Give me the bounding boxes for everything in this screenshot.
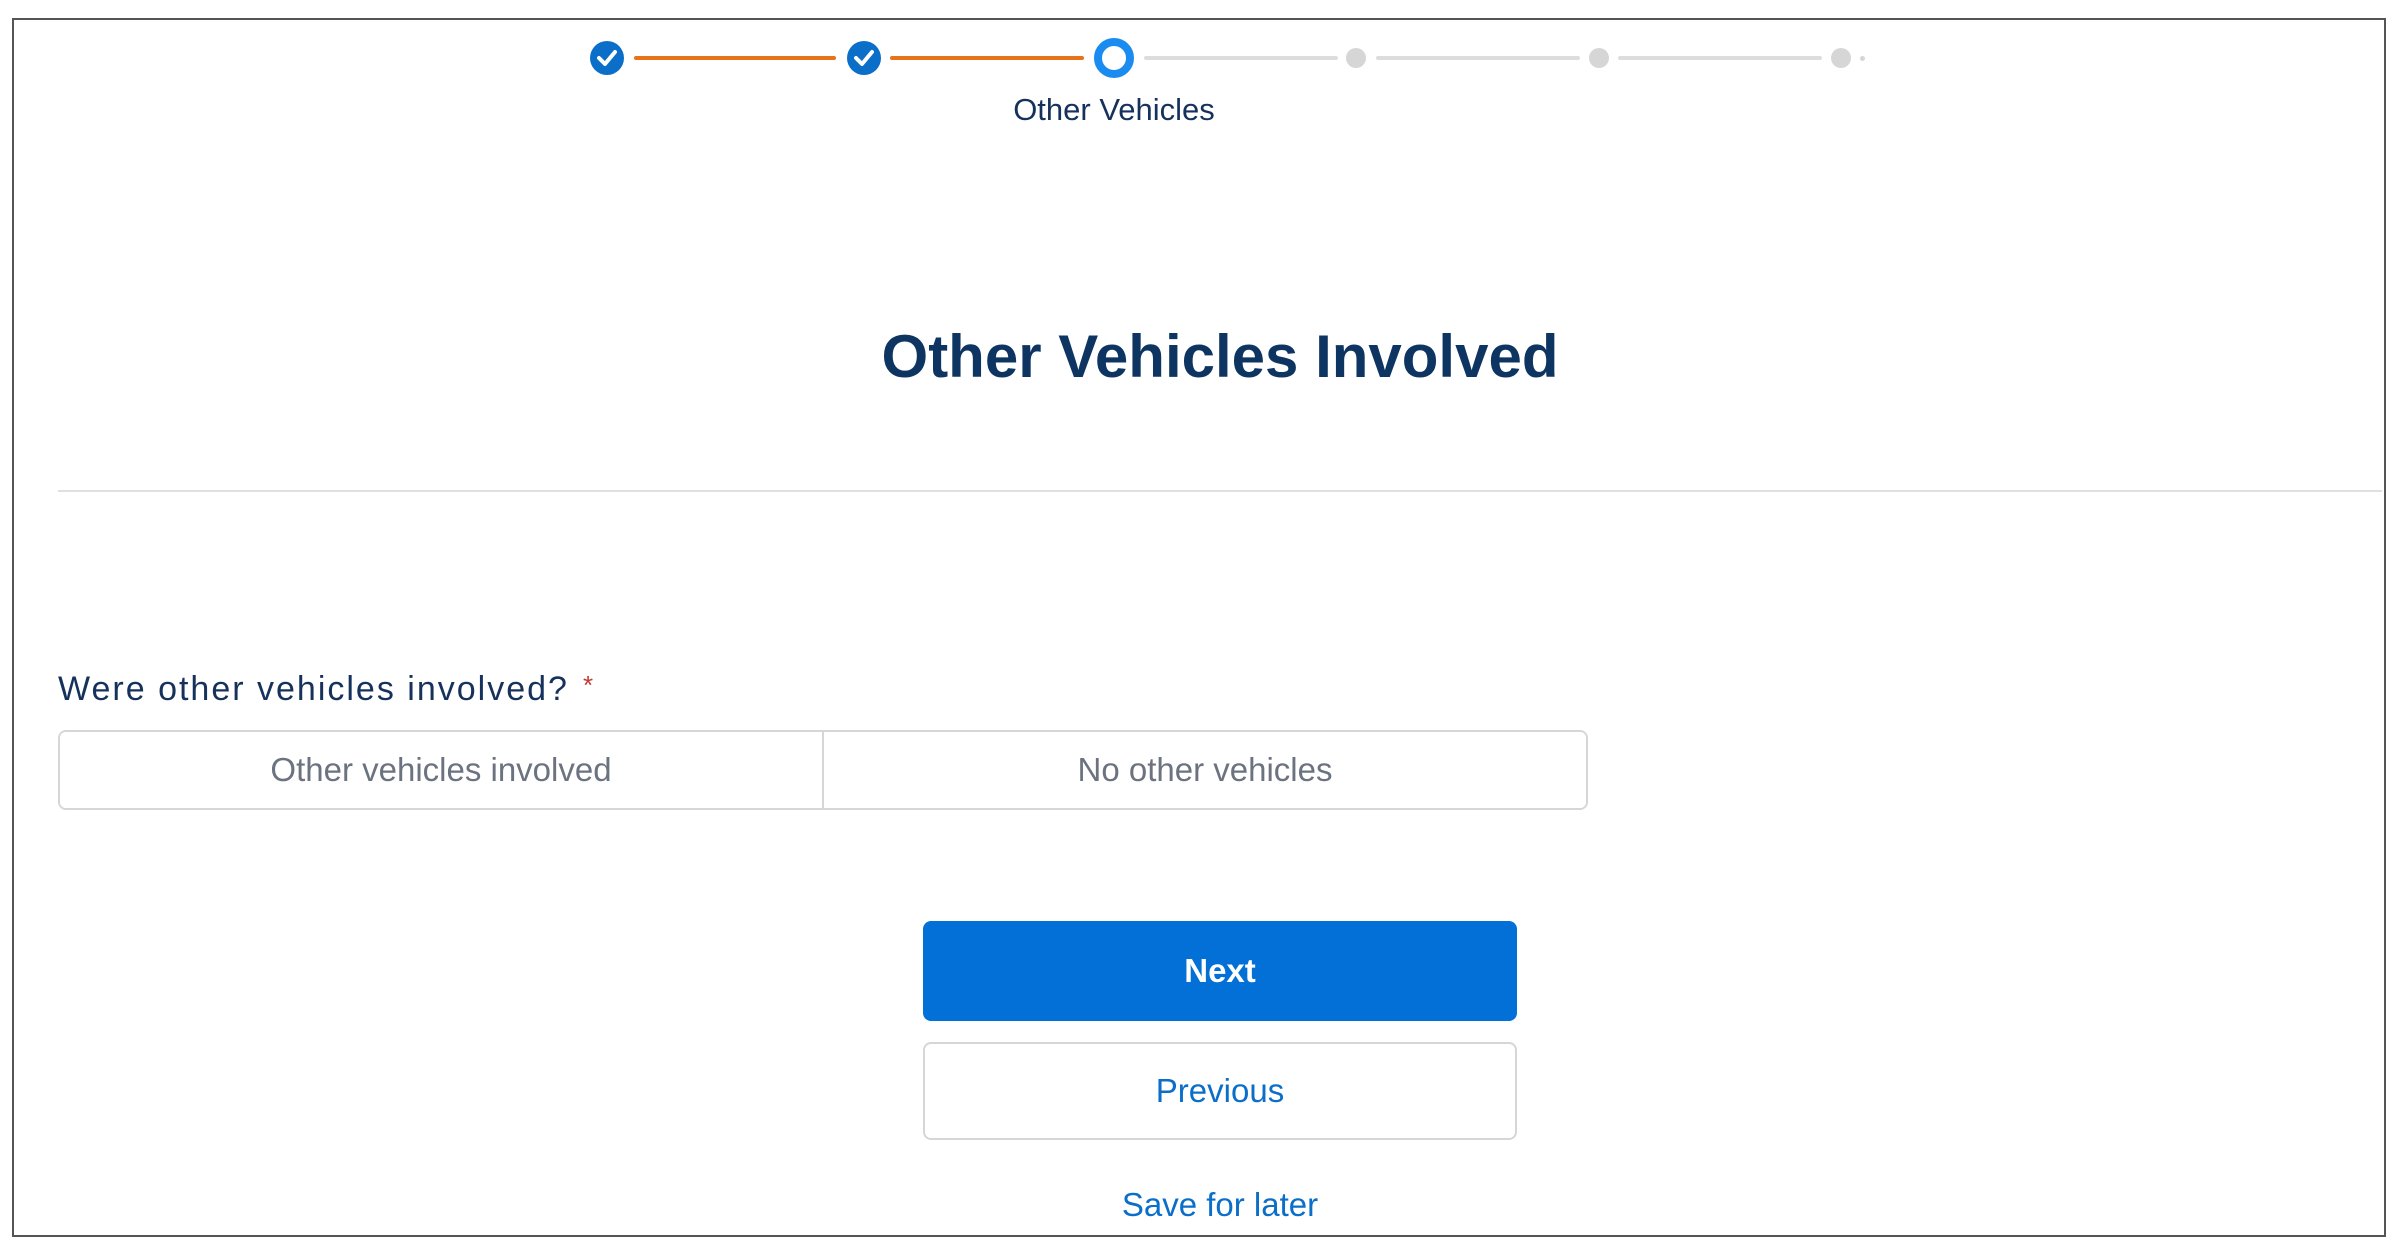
option-no-other-vehicles[interactable]: No other vehicles bbox=[822, 732, 1586, 808]
previous-button[interactable]: Previous bbox=[923, 1042, 1517, 1140]
step-connector-2 bbox=[890, 56, 1084, 60]
step-5-upcoming-icon bbox=[1589, 48, 1609, 68]
step-connector-3 bbox=[1144, 56, 1338, 60]
next-button[interactable]: Next bbox=[923, 921, 1517, 1021]
current-step-label: Other Vehicles bbox=[1013, 92, 1215, 127]
step-3-current-icon bbox=[1094, 38, 1134, 78]
step-overflow-icon bbox=[1860, 56, 1865, 61]
step-connector-1 bbox=[634, 56, 836, 60]
step-2-complete-icon bbox=[847, 41, 881, 75]
question-text: Were other vehicles involved? bbox=[58, 670, 569, 708]
page-title: Other Vehicles Involved bbox=[881, 323, 1559, 390]
step-1-complete-icon bbox=[590, 41, 624, 75]
step-6-upcoming-icon bbox=[1831, 48, 1851, 68]
progress-stepper: Other Vehicles bbox=[0, 0, 2400, 140]
other-vehicles-choice-group: Other vehicles involved No other vehicle… bbox=[58, 730, 1588, 810]
section-divider bbox=[58, 490, 2382, 492]
save-for-later-link[interactable]: Save for later bbox=[920, 1186, 1520, 1224]
required-marker: * bbox=[582, 670, 596, 700]
step-connector-5 bbox=[1618, 56, 1822, 60]
option-other-vehicles-involved[interactable]: Other vehicles involved bbox=[60, 732, 822, 808]
question-label: Were other vehicles involved? * bbox=[58, 670, 595, 709]
step-4-upcoming-icon bbox=[1346, 48, 1366, 68]
step-connector-4 bbox=[1376, 56, 1580, 60]
